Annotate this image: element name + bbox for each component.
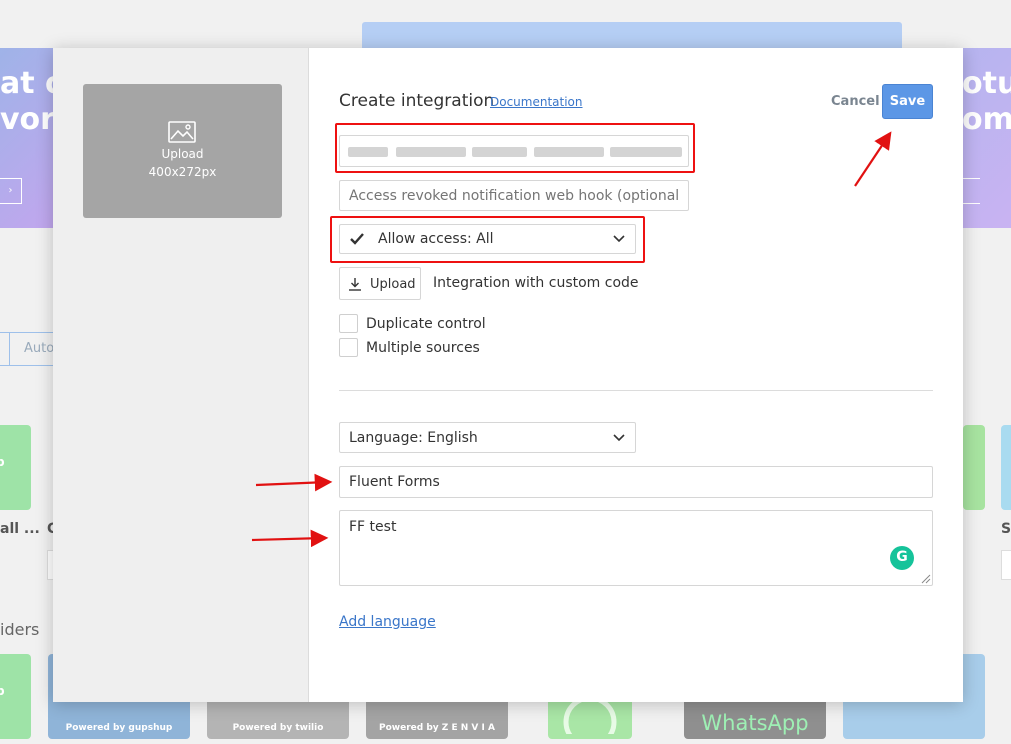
redacted-text — [534, 147, 604, 157]
language-select[interactable]: Language: English — [339, 422, 636, 453]
image-upload-size: 400x272px — [148, 165, 217, 179]
grammarly-icon[interactable]: G — [890, 546, 914, 570]
integration-description-textarea[interactable]: FF test — [339, 510, 933, 586]
image-upload-label: Upload — [161, 147, 204, 161]
background-card-logo: WhatsApp — [701, 711, 809, 735]
language-select-label: Language: English — [349, 430, 478, 446]
multiple-sources-checkbox[interactable] — [339, 338, 358, 357]
duplicate-control-checkbox[interactable] — [339, 314, 358, 333]
background-card — [1001, 425, 1011, 510]
background-section-title: iders — [0, 620, 40, 639]
background-card-logo: p — [0, 455, 5, 469]
background-banner-text: oma — [962, 102, 1011, 137]
cancel-button[interactable]: Cancel — [831, 94, 880, 109]
webhook-url-input[interactable] — [339, 180, 689, 211]
upload-button-label: Upload — [370, 277, 416, 292]
background-banner-button: › — [0, 178, 22, 204]
chevron-down-icon — [613, 434, 625, 442]
background-banner-text: otur — [962, 66, 1011, 101]
documentation-link[interactable]: Documentation — [490, 95, 583, 109]
checkmark-icon — [350, 233, 364, 245]
background-tabs: Auto — [0, 332, 69, 366]
redacted-text — [472, 147, 527, 157]
duplicate-control-label: Duplicate control — [366, 316, 486, 332]
multiple-sources-label: Multiple sources — [366, 340, 480, 356]
create-integration-modal: Upload 400x272px Create integration Docu… — [53, 48, 963, 702]
grammarly-letter: G — [896, 549, 908, 565]
background-banner-button — [962, 178, 980, 204]
allow-access-select[interactable]: Allow access: All — [339, 224, 636, 254]
redacted-text — [396, 147, 466, 157]
modal-title: Create integration — [339, 91, 495, 111]
modal-form: Create integration Documentation Cancel … — [309, 48, 963, 702]
custom-code-label: Integration with custom code — [433, 275, 639, 291]
background-banner-left: at o vorit › — [0, 48, 80, 228]
token-input[interactable] — [339, 135, 689, 167]
background-card: p — [0, 654, 31, 739]
section-divider — [339, 390, 933, 391]
background-card-button — [1001, 550, 1011, 580]
upload-custom-code-button[interactable]: Upload — [339, 267, 421, 300]
image-upload-area[interactable]: Upload 400x272px — [83, 84, 282, 218]
image-icon — [168, 121, 196, 143]
background-card-label: Sh — [1001, 521, 1011, 537]
redacted-text — [610, 147, 682, 157]
background-card-logo: Powered by twilio — [232, 723, 324, 733]
background-card-logo: Powered by Z E N V I A — [379, 723, 495, 733]
download-icon — [349, 278, 361, 291]
modal-left-panel: Upload 400x272px — [53, 48, 309, 702]
chevron-down-icon — [613, 235, 625, 243]
background-card — [963, 425, 985, 510]
add-language-link[interactable]: Add language — [339, 614, 436, 630]
redacted-text — [348, 147, 388, 157]
background-card-label: all ... — [0, 521, 40, 537]
integration-name-input[interactable]: Fluent Forms — [339, 466, 933, 498]
background-card-logo: Powered by gupshup — [65, 723, 173, 733]
resize-handle-icon[interactable] — [921, 574, 931, 584]
background-card: p — [0, 425, 31, 510]
background-card-logo: p — [0, 684, 5, 698]
allow-access-label: Allow access: All — [378, 231, 494, 247]
background-banner-right: otur oma — [962, 48, 1011, 228]
save-button[interactable]: Save — [882, 84, 933, 119]
